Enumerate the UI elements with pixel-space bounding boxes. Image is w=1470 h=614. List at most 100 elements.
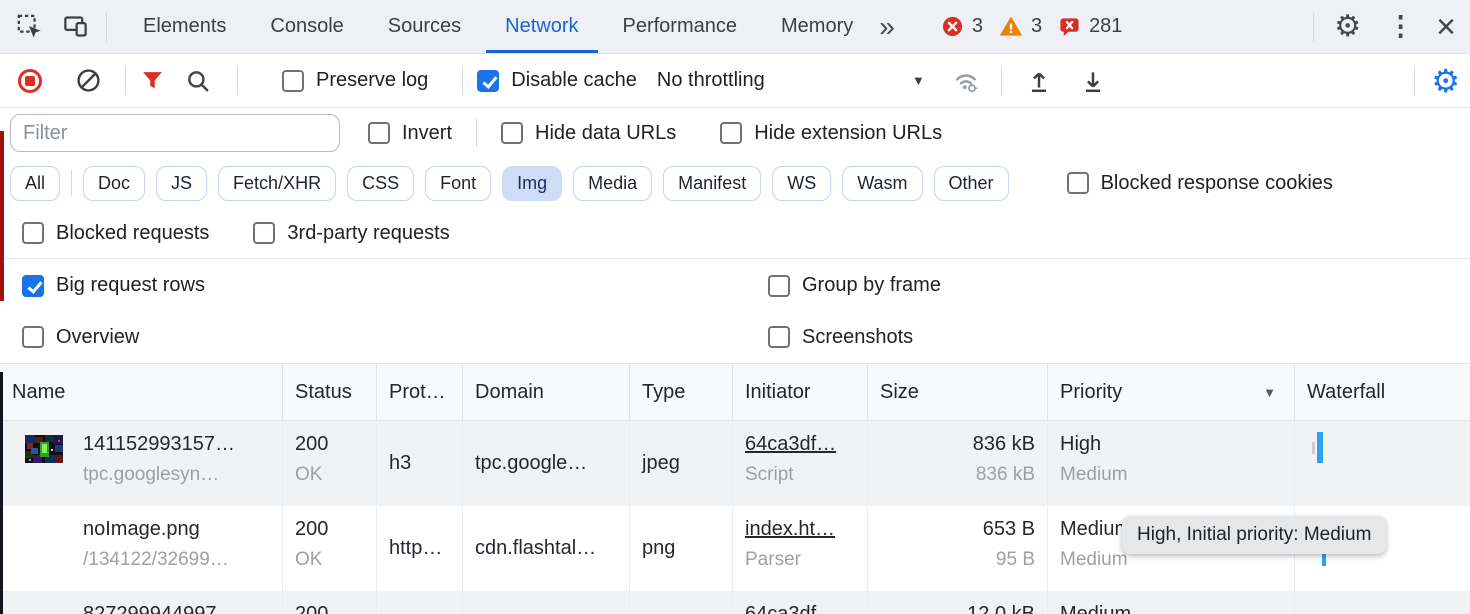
invert-label[interactable]: Invert [402, 122, 452, 145]
warning-badge[interactable]: 3 [999, 15, 1042, 38]
overview-label[interactable]: Overview [56, 326, 139, 349]
column-label: Name [12, 381, 65, 404]
cell-waterfall [1295, 591, 1470, 614]
waterfall-download-tick [1322, 552, 1326, 566]
cell-domain [463, 591, 630, 614]
column-header-initiator[interactable]: Initiator [733, 364, 868, 420]
cell-initiator: 64ca3df… [733, 591, 868, 614]
blocked-response-cookies-checkbox[interactable] [1067, 172, 1089, 194]
blocked-requests-label[interactable]: Blocked requests [56, 222, 209, 245]
tab-label: Memory [781, 15, 853, 38]
third-party-requests-label[interactable]: 3rd-party requests [287, 222, 449, 245]
toolbar-divider [1414, 67, 1415, 95]
chip-fetch-xhr[interactable]: Fetch/XHR [218, 166, 336, 201]
name-lines: noImage.png /134122/32699… [83, 517, 229, 591]
disable-cache-label[interactable]: Disable cache [511, 69, 637, 92]
toggle-device-toolbar-button[interactable] [58, 10, 92, 44]
throttling-dropdown[interactable]: No throttling ▼ [657, 69, 925, 92]
chip-manifest[interactable]: Manifest [663, 166, 761, 201]
blocked-response-cookies-label[interactable]: Blocked response cookies [1101, 172, 1333, 195]
initiator-link[interactable]: 64ca3df… [745, 432, 857, 456]
export-har-button[interactable] [1080, 67, 1106, 94]
kebab-menu-icon[interactable]: ⋮ [1387, 13, 1414, 40]
chip-font[interactable]: Font [425, 166, 491, 201]
cell-size: 836 kB 836 kB [868, 421, 1048, 506]
column-header-type[interactable]: Type [630, 364, 733, 420]
column-header-status[interactable]: Status [283, 364, 377, 420]
invert-checkbox[interactable] [368, 122, 390, 144]
column-header-size[interactable]: Size [868, 364, 1048, 420]
import-har-button[interactable] [1026, 67, 1052, 94]
chip-other[interactable]: Other [934, 166, 1009, 201]
error-badge[interactable]: 3 [941, 15, 983, 38]
column-header-waterfall[interactable]: Waterfall [1295, 364, 1470, 420]
hide-data-urls-checkbox[interactable] [501, 122, 523, 144]
hide-extension-urls-checkbox[interactable] [720, 122, 742, 144]
initiator-link[interactable]: 64ca3df… [745, 602, 857, 614]
preserve-log-checkbox[interactable] [282, 70, 304, 92]
column-header-domain[interactable]: Domain [463, 364, 630, 420]
disable-cache-checkbox[interactable] [477, 70, 499, 92]
cell-type: png [630, 506, 733, 591]
hide-data-urls-label[interactable]: Hide data URLs [535, 122, 676, 145]
tab-sources[interactable]: Sources [366, 0, 483, 53]
network-conditions-button[interactable] [951, 67, 981, 95]
tab-performance[interactable]: Performance [601, 0, 760, 53]
chip-js[interactable]: JS [156, 166, 207, 201]
preserve-log-label[interactable]: Preserve log [316, 69, 428, 92]
column-label: Waterfall [1307, 381, 1385, 404]
tab-console[interactable]: Console [248, 0, 365, 53]
screenshots-checkbox[interactable] [768, 326, 790, 348]
cell-name[interactable]: 827299944997… [0, 591, 283, 614]
tab-label: Console [270, 15, 343, 38]
blocked-requests-checkbox[interactable] [22, 222, 44, 244]
screenshots-label[interactable]: Screenshots [802, 326, 913, 349]
record-network-log-button[interactable] [18, 69, 42, 93]
network-filter-panel: Invert Hide data URLs Hide extension URL… [0, 108, 1470, 362]
name-lines: 827299944997… [83, 602, 236, 614]
column-header-name[interactable]: Name [0, 364, 283, 420]
cell-name[interactable]: noImage.png /134122/32699… [0, 506, 283, 591]
network-table-header: Name Status Prot… Domain Type Initiator … [0, 363, 1470, 421]
tab-network[interactable]: Network [483, 0, 600, 53]
initiator-link[interactable]: index.ht… [745, 517, 857, 541]
chip-doc[interactable]: Doc [83, 166, 145, 201]
chip-label: Doc [98, 173, 130, 194]
transfer-size: 836 kB [880, 432, 1035, 456]
filter-input[interactable] [10, 114, 340, 152]
chip-all[interactable]: All [10, 166, 60, 201]
search-button[interactable] [185, 68, 211, 94]
clear-network-log-button[interactable] [76, 68, 101, 93]
big-request-rows-checkbox[interactable] [22, 275, 44, 297]
network-settings-gear-icon[interactable]: ⚙ [1431, 65, 1460, 97]
table-row[interactable]: 141152993157… tpc.googlesyn… 200 OK h3 t… [0, 421, 1470, 506]
third-party-requests-checkbox[interactable] [253, 222, 275, 244]
chip-wasm[interactable]: Wasm [842, 166, 922, 201]
close-icon[interactable]: × [1436, 10, 1456, 44]
left-edge-red-strip [0, 131, 4, 301]
settings-gear-icon[interactable]: ⚙ [1334, 12, 1361, 42]
cell-name[interactable]: 141152993157… tpc.googlesyn… [0, 421, 283, 506]
inspect-element-button[interactable] [12, 10, 46, 44]
chip-media[interactable]: Media [573, 166, 652, 201]
filter-button[interactable] [140, 68, 165, 93]
tab-elements[interactable]: Elements [121, 0, 248, 53]
column-header-priority[interactable]: Priority ▼ [1048, 364, 1295, 420]
big-request-rows-label[interactable]: Big request rows [56, 274, 205, 297]
column-header-protocol[interactable]: Prot… [377, 364, 463, 420]
overview-checkbox[interactable] [22, 326, 44, 348]
cell-status: 200 OK [283, 421, 377, 506]
view-options-row-1: Big request rows Group by frame [0, 259, 1470, 312]
hide-extension-urls-label[interactable]: Hide extension URLs [754, 122, 942, 145]
group-by-frame-label[interactable]: Group by frame [802, 274, 941, 297]
table-row[interactable]: 827299944997… 200 64ca3df… 12.0 kB Mediu… [0, 591, 1470, 614]
more-tabs-icon[interactable]: » [879, 13, 895, 41]
tab-memory[interactable]: Memory [759, 0, 875, 53]
chevron-down-icon: ▼ [912, 73, 925, 88]
issues-badge[interactable]: 281 [1058, 15, 1122, 38]
chip-ws[interactable]: WS [772, 166, 831, 201]
chip-img[interactable]: Img [502, 166, 562, 201]
chip-label: Wasm [857, 173, 907, 194]
chip-css[interactable]: CSS [347, 166, 414, 201]
group-by-frame-checkbox[interactable] [768, 275, 790, 297]
